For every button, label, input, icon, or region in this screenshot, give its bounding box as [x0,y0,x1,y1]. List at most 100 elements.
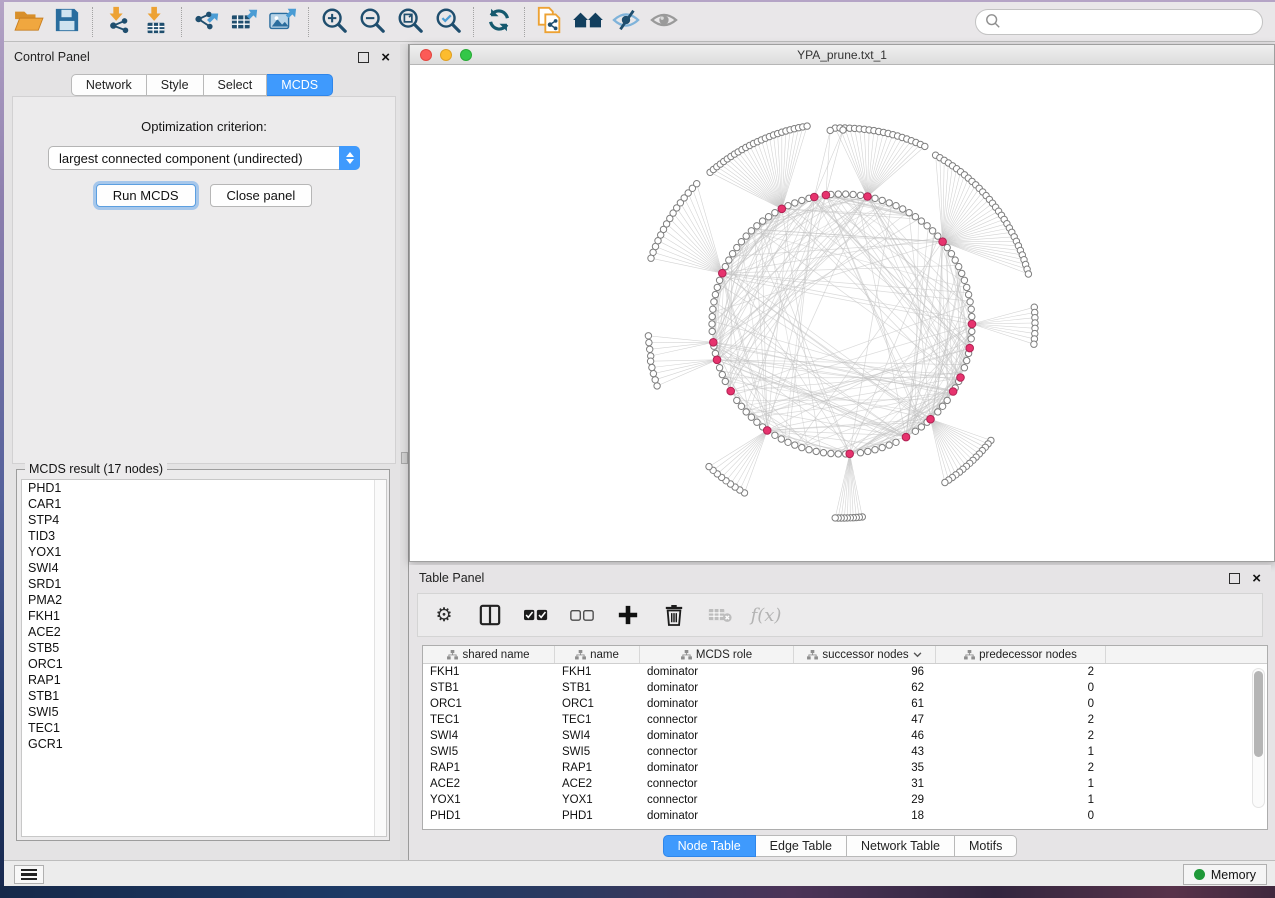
node-table[interactable]: shared namenameMCDS rolesuccessor nodesp… [422,645,1268,830]
select-all-button[interactable] [524,603,548,627]
table-row[interactable]: SWI4SWI4dominator462 [423,728,1267,744]
column-header-MCDS-role[interactable]: MCDS role [640,646,794,663]
list-item[interactable]: STB1 [22,688,386,704]
list-item[interactable]: YOX1 [22,544,386,560]
list-item[interactable]: GCR1 [22,736,386,752]
table-cell: STB1 [423,682,555,694]
criterion-dropdown[interactable]: largest connected component (undirected) [48,146,360,170]
apply-layout-button[interactable] [480,5,518,39]
table-row[interactable]: STB1STB1dominator620 [423,680,1267,696]
list-item[interactable]: SWI5 [22,704,386,720]
open-session-button[interactable] [10,5,48,39]
panel-menu-button[interactable] [14,865,44,884]
table-cell: 29 [794,794,936,806]
table-cell: 18 [794,810,936,822]
tab-motifs[interactable]: Motifs [955,835,1017,857]
mcds-list-scrollbar[interactable] [374,480,386,836]
close-panel-button[interactable]: Close panel [210,184,313,207]
list-item[interactable]: PMA2 [22,592,386,608]
minimize-window-icon[interactable] [440,49,452,61]
control-panel-title: Control Panel [14,50,90,64]
export-table-button[interactable] [226,5,264,39]
column-header-predecessor-nodes[interactable]: predecessor nodes [936,646,1106,663]
save-session-button[interactable] [48,5,86,39]
deselect-all-button[interactable] [570,603,594,627]
list-item[interactable]: FKH1 [22,608,386,624]
list-item[interactable]: STB5 [22,640,386,656]
table-cell: YOX1 [555,794,640,806]
tab-style[interactable]: Style [147,74,204,96]
column-header-shared-name[interactable]: shared name [423,646,555,663]
import-network-button[interactable] [99,5,137,39]
list-item[interactable]: TID3 [22,528,386,544]
list-item[interactable]: RAP1 [22,672,386,688]
show-all-button[interactable] [645,5,683,39]
network-canvas[interactable] [410,65,1274,561]
maximize-window-icon[interactable] [460,49,472,61]
tab-node-table[interactable]: Node Table [663,835,756,857]
list-item[interactable]: TEC1 [22,720,386,736]
table-cell: connector [640,746,794,758]
sort-desc-icon [913,652,922,658]
run-mcds-button[interactable]: Run MCDS [96,184,196,207]
table-row[interactable]: PHD1PHD1dominator180 [423,808,1267,824]
clone-network-button[interactable] [531,5,569,39]
table-cell: 2 [936,762,1106,774]
search-input[interactable] [975,9,1263,35]
tab-mcds[interactable]: MCDS [267,74,333,96]
list-item[interactable]: SRD1 [22,576,386,592]
close-panel-icon[interactable]: × [1252,573,1261,584]
open-folder-icon [14,7,44,36]
tab-select[interactable]: Select [204,74,268,96]
zoom-out-button[interactable] [353,5,391,39]
table-row[interactable]: SWI5SWI5connector431 [423,744,1267,760]
mcds-result-list[interactable]: PHD1CAR1STP4TID3YOX1SWI4SRD1PMA2FKH1ACE2… [21,479,387,837]
list-item[interactable]: STP4 [22,512,386,528]
function-builder-button[interactable]: f(x) [754,603,778,627]
float-window-icon[interactable] [1229,573,1240,584]
list-item[interactable]: SWI4 [22,560,386,576]
criterion-value: largest connected component (undirected) [59,151,303,166]
tab-network[interactable]: Network [71,74,147,96]
float-window-icon[interactable] [358,52,369,63]
tab-edge-table[interactable]: Edge Table [756,835,847,857]
table-row[interactable]: ORC1ORC1dominator610 [423,696,1267,712]
export-image-button[interactable] [264,5,302,39]
table-row[interactable]: FKH1FKH1dominator962 [423,664,1267,680]
column-header-name[interactable]: name [555,646,640,663]
tab-network-table[interactable]: Network Table [847,835,955,857]
table-scrollbar[interactable] [1252,668,1265,808]
hide-selected-button[interactable] [607,5,645,39]
column-header-successor-nodes[interactable]: successor nodes [794,646,936,663]
table-cell: 31 [794,778,936,790]
split-columns-button[interactable] [478,603,502,627]
zoom-selected-button[interactable] [429,5,467,39]
table-row[interactable]: TEC1TEC1connector472 [423,712,1267,728]
memory-button[interactable]: Memory [1183,864,1267,885]
table-cell: connector [640,778,794,790]
table-cell: dominator [640,810,794,822]
table-scrollbar-thumb[interactable] [1254,671,1263,757]
table-row[interactable]: RAP1RAP1dominator352 [423,760,1267,776]
table-row[interactable]: ACE2ACE2connector311 [423,776,1267,792]
network-window-titlebar[interactable]: YPA_prune.txt_1 [410,45,1274,65]
list-item[interactable]: ACE2 [22,624,386,640]
delete-column-button[interactable] [662,603,686,627]
delete-table-button[interactable] [708,603,732,627]
list-item[interactable]: PHD1 [22,480,386,496]
list-item[interactable]: ORC1 [22,656,386,672]
splitter-handle-icon[interactable] [401,452,408,464]
add-column-button[interactable] [616,603,640,627]
first-neighbors-button[interactable] [569,5,607,39]
table-settings-button[interactable]: ⚙ [432,603,456,627]
list-item[interactable]: CAR1 [22,496,386,512]
table-row[interactable]: YOX1YOX1connector291 [423,792,1267,808]
close-panel-icon[interactable]: × [381,52,390,63]
close-window-icon[interactable] [420,49,432,61]
export-network-button[interactable] [188,5,226,39]
import-table-button[interactable] [137,5,175,39]
column-type-icon [575,650,586,660]
zoom-in-button[interactable] [315,5,353,39]
panel-splitter[interactable] [400,44,409,860]
zoom-fit-button[interactable] [391,5,429,39]
